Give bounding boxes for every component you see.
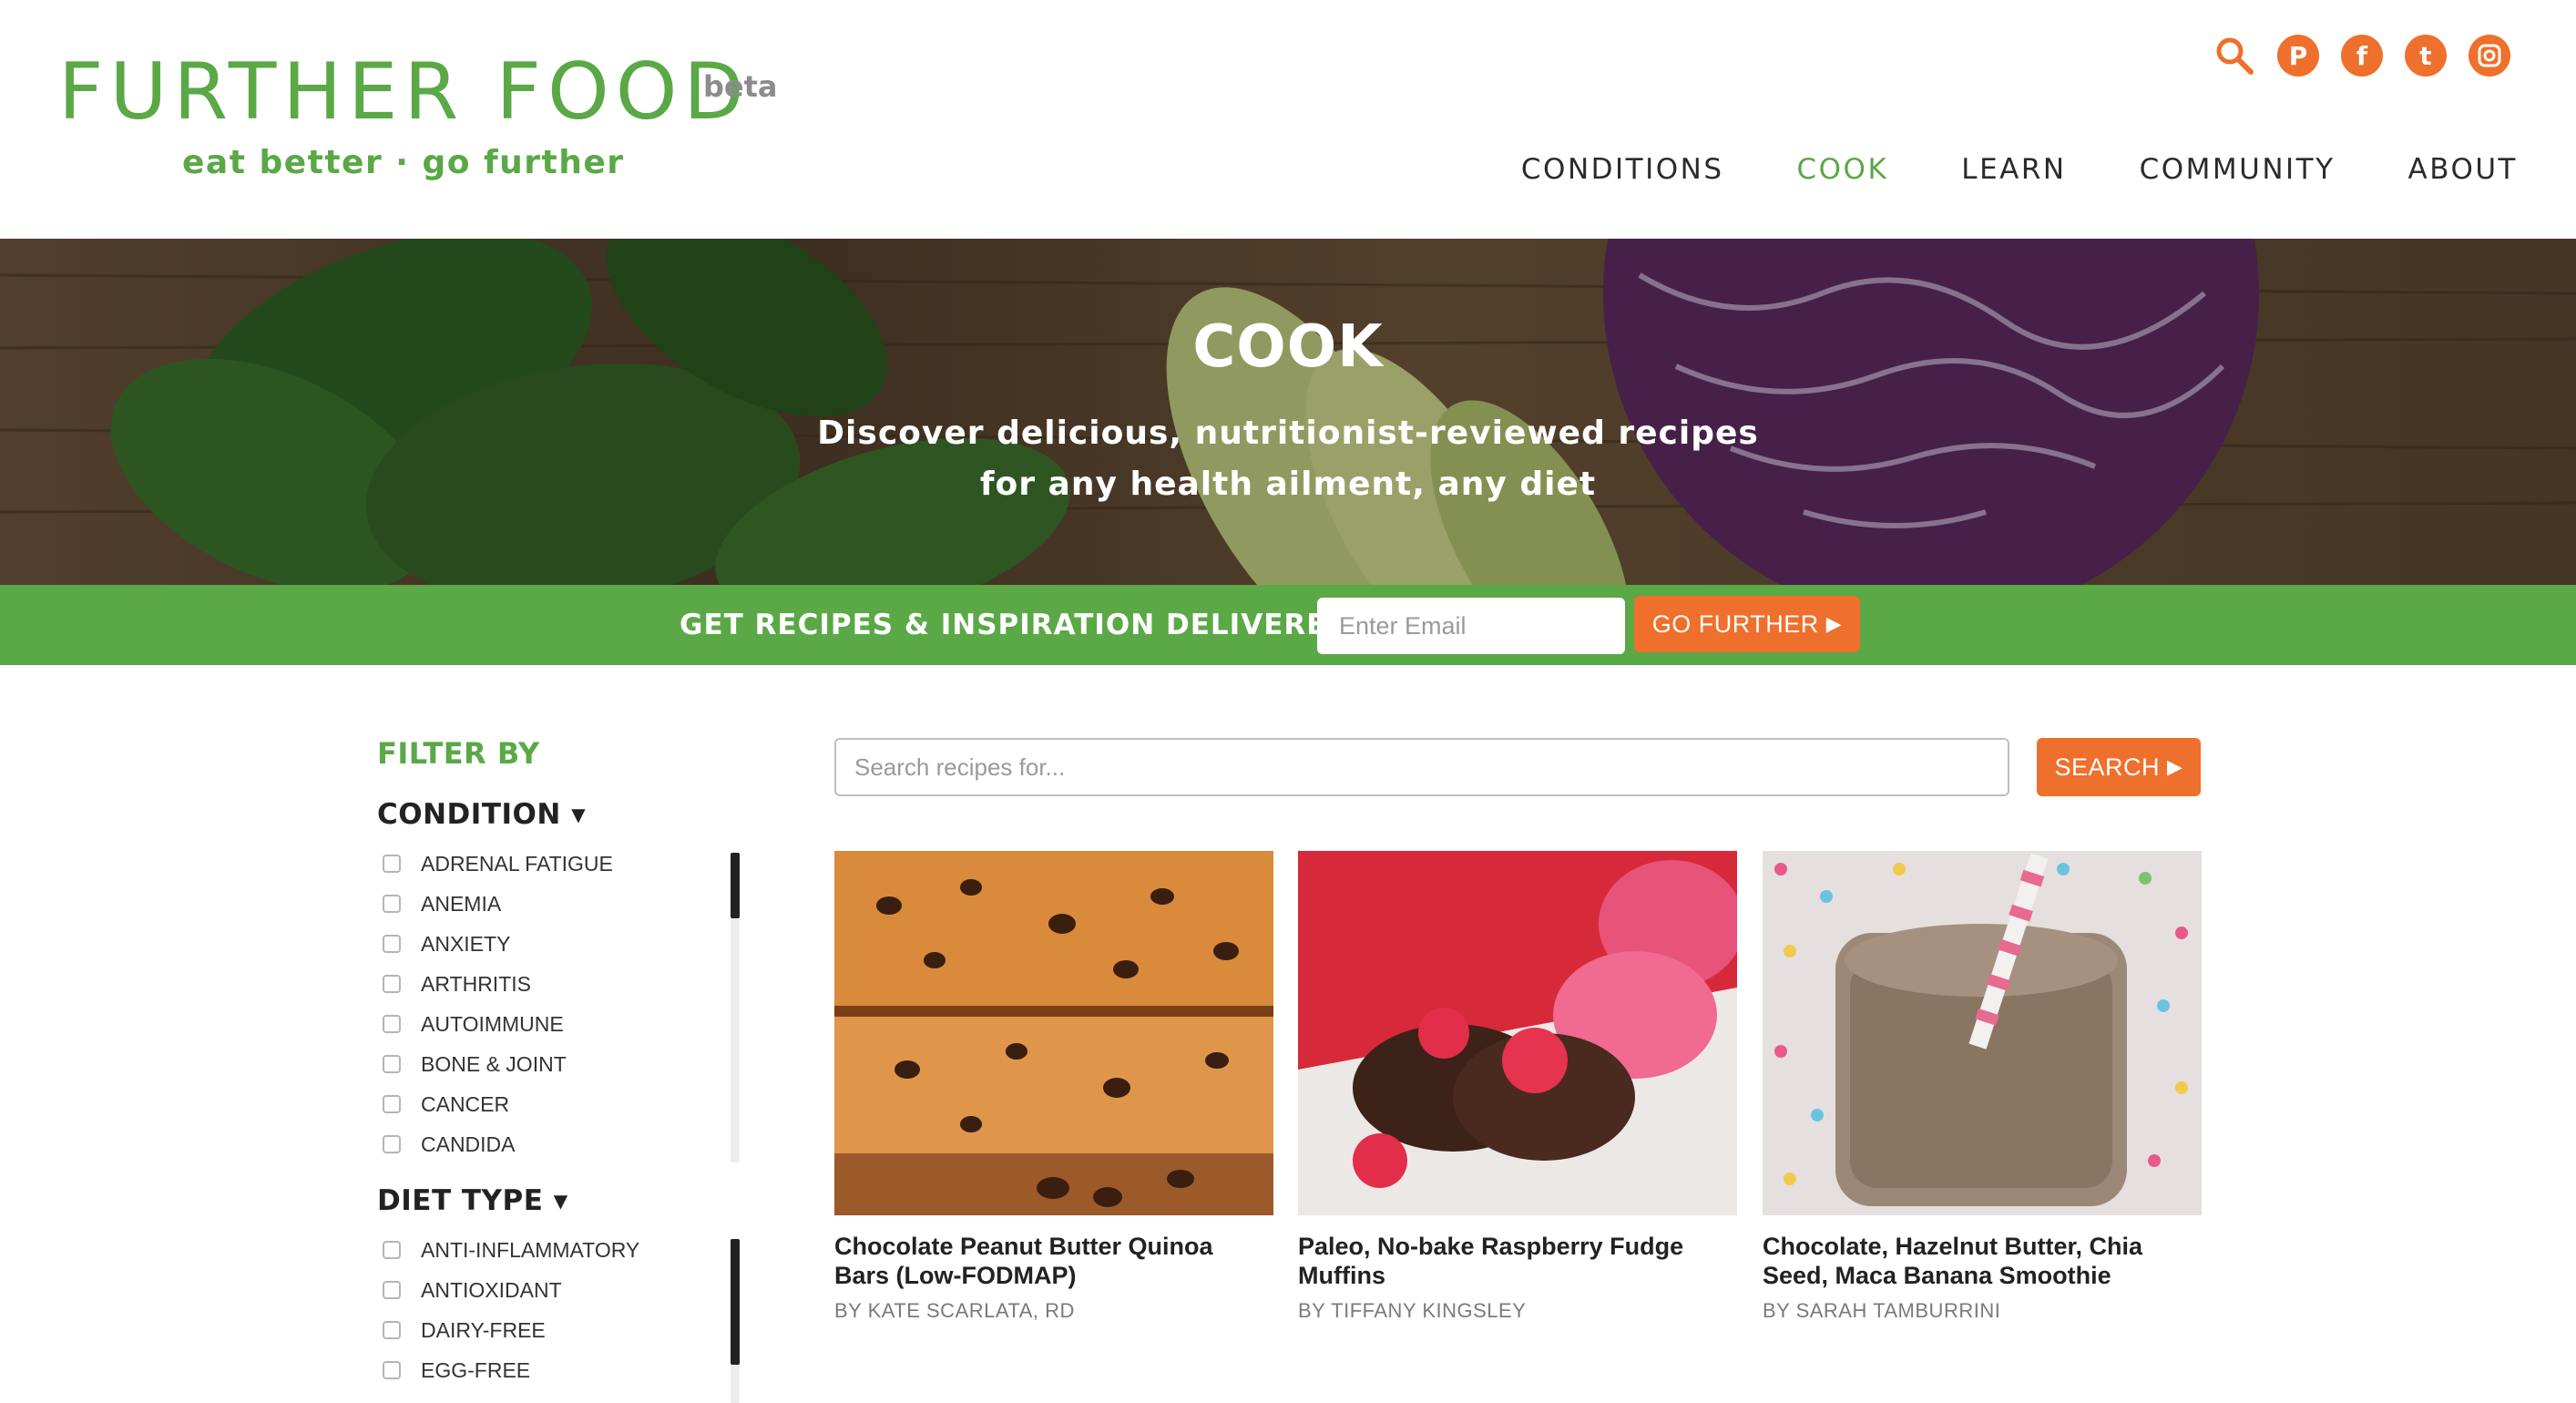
recipe-author: BY TIFFANY KINGSLEY — [1298, 1299, 1527, 1322]
checkbox[interactable] — [383, 855, 401, 873]
instagram-icon[interactable] — [2469, 35, 2510, 77]
diet-type-options: ANTI-INFLAMMATORY ANTIOXIDANT DAIRY-FREE… — [383, 1230, 729, 1390]
recipe-image-quinoa-bars[interactable] — [834, 851, 1273, 1215]
filter-option-label: EGG-FREE — [421, 1357, 531, 1382]
facebook-icon[interactable]: f — [2341, 35, 2383, 77]
filter-option-dairy-free[interactable]: DAIRY-FREE — [383, 1310, 729, 1350]
play-arrow-icon: ▶ — [2167, 755, 2183, 778]
recipe-card[interactable]: Paleo, No-bake Raspberry Fudge Muffins B… — [1298, 851, 1737, 1323]
checkbox[interactable] — [383, 935, 401, 953]
diet-type-scrollbar-thumb[interactable] — [731, 1239, 740, 1365]
checkbox[interactable] — [383, 1095, 401, 1113]
filter-option-label: DAIRY-FREE — [421, 1317, 546, 1342]
search-icon[interactable] — [2213, 35, 2255, 77]
newsletter-label: GET RECIPES & INSPIRATION DELIVERED! — [680, 609, 1365, 641]
recipe-title-line: Chocolate Peanut Butter Quinoa — [834, 1233, 1213, 1260]
nav-conditions[interactable]: CONDITIONS — [1521, 153, 1724, 186]
site-header: FURTHER FOOD beta eat better · go furthe… — [0, 0, 2576, 239]
filter-option-autoimmune[interactable]: AUTOIMMUNE — [383, 1004, 729, 1044]
checkbox[interactable] — [383, 1281, 401, 1299]
filter-option-label: ANTIOXIDANT — [421, 1277, 562, 1302]
hero-banner: COOK Discover delicious, nutritionist-re… — [0, 239, 2576, 585]
hero-subtitle-line-2: for any health ailment, any diet — [979, 466, 1597, 503]
checkbox[interactable] — [383, 1241, 401, 1259]
checkbox[interactable] — [383, 1321, 401, 1339]
main-nav: CONDITIONS COOK LEARN COMMUNITY ABOUT — [1521, 153, 2518, 186]
newsletter-bar: GET RECIPES & INSPIRATION DELIVERED! GO … — [0, 585, 2576, 665]
recipe-title-line: Bars (Low-FODMAP) — [834, 1262, 1077, 1289]
recipe-title-line: Seed, Maca Banana Smoothie — [1763, 1262, 2111, 1289]
nav-community[interactable]: COMMUNITY — [2140, 153, 2336, 186]
checkbox[interactable] — [383, 975, 401, 993]
checkbox[interactable] — [383, 1135, 401, 1153]
recipe-search-input[interactable] — [834, 738, 2009, 796]
logo-beta-badge: beta — [703, 69, 778, 104]
recipe-card[interactable]: Chocolate Peanut Butter Quinoa Bars (Low… — [834, 851, 1273, 1323]
checkbox[interactable] — [383, 1055, 401, 1073]
nav-learn[interactable]: LEARN — [1961, 153, 2066, 186]
email-field[interactable] — [1317, 598, 1625, 654]
filter-option-label: ANXIETY — [421, 931, 511, 956]
filter-by-heading: FILTER BY — [377, 736, 540, 771]
nav-about[interactable]: ABOUT — [2408, 153, 2518, 186]
recipe-author: BY SARAH TAMBURRINI — [1763, 1299, 2001, 1322]
filter-option-anemia[interactable]: ANEMIA — [383, 884, 729, 924]
go-further-label: GO FURTHER — [1651, 609, 1819, 638]
filter-option-cancer[interactable]: CANCER — [383, 1084, 729, 1124]
page-title: COOK — [1192, 313, 1384, 381]
recipe-title-line: Paleo, No-bake Raspberry Fudge — [1298, 1233, 1684, 1260]
pinterest-icon[interactable]: P — [2277, 35, 2319, 77]
filter-option-label: ANEMIA — [421, 891, 502, 916]
filter-option-label: CANDIDA — [421, 1132, 516, 1156]
filter-option-label: CANCER — [421, 1091, 510, 1116]
condition-filter-toggle[interactable]: CONDITION ▾ — [377, 798, 586, 831]
condition-options: ADRENAL FATIGUE ANEMIA ANXIETY ARTHRITIS… — [383, 844, 729, 1164]
search-button-label: SEARCH — [2054, 753, 2161, 781]
filter-option-anxiety[interactable]: ANXIETY — [383, 924, 729, 964]
checkbox[interactable] — [383, 1015, 401, 1033]
recipe-image-fudge-muffins[interactable] — [1298, 851, 1737, 1215]
filter-option-label: BONE & JOINT — [421, 1051, 567, 1076]
recipe-image-smoothie[interactable] — [1763, 851, 2202, 1215]
filter-option-anti-inflammatory[interactable]: ANTI-INFLAMMATORY — [383, 1230, 729, 1270]
social-links: P f t — [2213, 35, 2510, 77]
logo-tagline: eat better · go further — [182, 144, 625, 181]
filter-option-bone-joint[interactable]: BONE & JOINT — [383, 1044, 729, 1084]
hero-subtitle-line-1: Discover delicious, nutritionist-reviewe… — [817, 415, 1759, 452]
filter-option-label: ARTHRITIS — [421, 971, 531, 996]
recipe-title[interactable]: Paleo, No-bake Raspberry Fudge Muffins — [1298, 1232, 1737, 1290]
recipe-title-line: Muffins — [1298, 1262, 1385, 1289]
filter-option-antioxidant[interactable]: ANTIOXIDANT — [383, 1270, 729, 1310]
search-button[interactable]: SEARCH ▶ — [2037, 738, 2201, 796]
nav-cook[interactable]: COOK — [1797, 153, 1889, 186]
play-arrow-icon: ▶ — [1825, 612, 1843, 635]
recipe-author: BY KATE SCARLATA, RD — [834, 1299, 1075, 1322]
recipe-title[interactable]: Chocolate Peanut Butter Quinoa Bars (Low… — [834, 1232, 1273, 1290]
diet-type-filter-toggle[interactable]: DIET TYPE ▾ — [377, 1184, 568, 1217]
twitter-icon[interactable]: t — [2405, 35, 2447, 77]
filter-option-candida[interactable]: CANDIDA — [383, 1124, 729, 1164]
go-further-button[interactable]: GO FURTHER ▶ — [1634, 596, 1860, 652]
diet-type-scrollbar[interactable] — [731, 1239, 740, 1403]
filter-option-label: AUTOIMMUNE — [421, 1011, 564, 1036]
hero-subtitle: Discover delicious, nutritionist-reviewe… — [0, 408, 2576, 510]
recipe-card[interactable]: Chocolate, Hazelnut Butter, Chia Seed, M… — [1763, 851, 2202, 1323]
filter-option-egg-free[interactable]: EGG-FREE — [383, 1350, 729, 1390]
recipe-title-line: Chocolate, Hazelnut Butter, Chia — [1763, 1233, 2143, 1260]
filter-option-label: ADRENAL FATIGUE — [421, 851, 613, 876]
filter-option-arthritis[interactable]: ARTHRITIS — [383, 964, 729, 1004]
logo-wordmark[interactable]: FURTHER FOOD — [58, 53, 751, 131]
checkbox[interactable] — [383, 1361, 401, 1379]
filter-option-label: ANTI-INFLAMMATORY — [421, 1237, 640, 1262]
filter-option-adrenal-fatigue[interactable]: ADRENAL FATIGUE — [383, 844, 729, 884]
checkbox[interactable] — [383, 895, 401, 913]
condition-scrollbar[interactable] — [731, 853, 740, 1162]
condition-scrollbar-thumb[interactable] — [731, 853, 740, 918]
recipe-title[interactable]: Chocolate, Hazelnut Butter, Chia Seed, M… — [1763, 1232, 2202, 1290]
